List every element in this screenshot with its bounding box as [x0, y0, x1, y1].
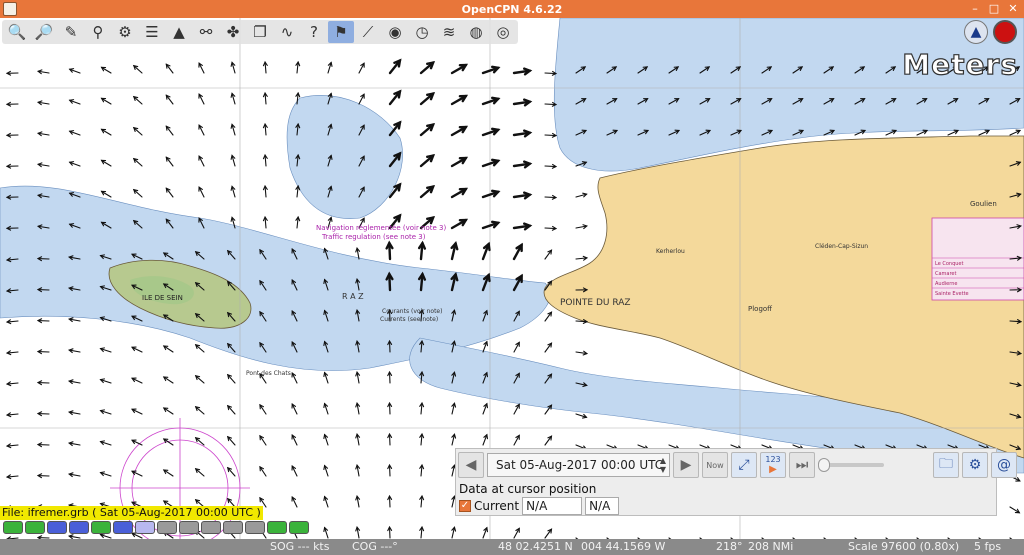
route-icon[interactable]: ✎ [58, 21, 84, 43]
gps-status-icon [993, 20, 1017, 44]
tide-icon[interactable]: ∿ [274, 21, 300, 43]
tide-row-4: Sainte Evette [935, 291, 969, 297]
quilt-chart-cell[interactable] [289, 521, 309, 534]
quilt-chart-cell[interactable] [179, 521, 199, 534]
units-overlay: Meters [902, 47, 1018, 81]
grib-panel: ◀ Sat 05-Aug-2017 00:00 UTC ▲ ▼ ▶ Now ⤢ 1… [455, 448, 1017, 516]
label-plogoff: Plogoff [748, 305, 772, 313]
label-currents: Courants (voir note) [382, 308, 442, 315]
select-arrows-icon: ▲ ▼ [659, 456, 666, 474]
quilt-chart-cell[interactable] [69, 521, 89, 534]
status-scale: Scale 97600 (0.80x) [848, 540, 960, 553]
play-triangle-icon: ▶ [769, 464, 777, 475]
weather-icon[interactable]: ≋ [436, 21, 462, 43]
quilt-chart-cell[interactable] [245, 521, 265, 534]
status-cog: COG ---° [352, 540, 398, 553]
quilt-chart-cell[interactable] [91, 521, 111, 534]
quilt-chart-cell[interactable] [25, 521, 45, 534]
grib-time-slider[interactable] [818, 458, 884, 472]
label-traffic-reg: Traffic regulation (see note 3) [321, 233, 426, 241]
help-icon[interactable]: ? [301, 21, 327, 43]
grib-next-button[interactable]: ▶ [673, 452, 699, 478]
title-bar: OpenCPN 4.6.22 – □ ✕ [0, 0, 1024, 18]
grib-settings-icon[interactable]: ⚙ [962, 452, 988, 478]
routes-manager-icon[interactable]: ⚯ [193, 21, 219, 43]
label-kerherlo: Kerherlou [656, 248, 685, 255]
text-icon[interactable]: ☰ [139, 21, 165, 43]
slider-knob[interactable] [818, 458, 830, 472]
measure-icon[interactable]: ⟋ [355, 21, 381, 43]
grib-data-heading: Data at cursor position [459, 482, 597, 496]
grib-counter-button[interactable]: 123 ▶ [760, 452, 786, 478]
north-up-compass-icon[interactable]: ▲ [964, 20, 988, 44]
grib-zoom-to-center-icon[interactable]: ⤢ [731, 452, 757, 478]
status-latitude: 48 02.4251 N [498, 540, 573, 553]
tide-row-2: Camaret [935, 271, 957, 277]
settings-icon[interactable]: ⚙ [112, 21, 138, 43]
grib-icon[interactable]: ⚑ [328, 21, 354, 43]
ais-icon[interactable]: ▲ [166, 21, 192, 43]
quilt-chart-cell[interactable] [223, 521, 243, 534]
window-title: OpenCPN 4.6.22 [461, 2, 563, 16]
grib-file-label: File: ifremer.grb ( Sat 05-Aug-2017 00:0… [0, 506, 263, 520]
close-icon[interactable]: ✕ [1006, 2, 1020, 16]
grib-now-button[interactable]: Now [702, 452, 728, 478]
label-currents-en: Currents (see note) [380, 316, 438, 323]
globe-icon[interactable]: ◍ [463, 21, 489, 43]
label-raz: R A Z [342, 292, 364, 301]
status-fps: 5 fps [974, 540, 1002, 553]
tide-row-1: Le Conquet [935, 261, 964, 267]
lifebuoy-icon[interactable]: ◎ [490, 21, 516, 43]
quilt-chart-cell[interactable] [135, 521, 155, 534]
label-cleden: Cléden-Cap-Sizun [815, 243, 868, 250]
quilt-chart-cell[interactable] [201, 521, 221, 534]
grib-time-select[interactable]: Sat 05-Aug-2017 00:00 UTC ▲ ▼ [487, 453, 670, 477]
quilt-chart-cell[interactable] [47, 521, 67, 534]
quilt-chart-cell[interactable] [3, 521, 23, 534]
mark-icon[interactable]: ⚲ [85, 21, 111, 43]
record-icon[interactable]: ◉ [382, 21, 408, 43]
quilt-chart-cell[interactable] [113, 521, 133, 534]
tide-row-3: Audierne [935, 281, 957, 287]
label-ile-de-sein: ILE DE SEIN [142, 294, 183, 302]
label-goulien: Goulien [970, 200, 997, 208]
grib-time-value: Sat 05-Aug-2017 00:00 UTC [496, 458, 664, 472]
zoom-in-icon[interactable]: 🔍 [4, 21, 30, 43]
copy-icon[interactable]: ❐ [247, 21, 273, 43]
minimize-icon[interactable]: – [968, 2, 982, 16]
status-range: 208 NMi [748, 540, 794, 553]
quilt-chart-cell[interactable] [267, 521, 287, 534]
zoom-out-icon[interactable]: 🔎 [31, 21, 57, 43]
quilt-chart-cell[interactable] [157, 521, 177, 534]
grib-counter-label: 123 [765, 455, 781, 464]
status-bar: SOG --- kts COG ---° 48 02.4251 N 004 44… [0, 539, 1024, 555]
grib-prev-button[interactable]: ◀ [458, 452, 484, 478]
current-checkbox[interactable]: ✓ [459, 500, 471, 512]
label-pointe-du-raz: POINTE DU RAZ [560, 298, 631, 308]
maximize-icon[interactable]: □ [987, 2, 1001, 16]
label-pont-des-chats: Pont des Chats [246, 370, 291, 377]
current-label: Current [474, 499, 520, 513]
main-toolbar: 🔍 🔎 ✎ ⚲ ⚙ ☰ ▲ ⚯ ✤ ❐ ∿? ⚑ ⟋ ◉ ◷ ≋ ◍ ◎ [2, 20, 518, 44]
chart-quilt-bar [0, 521, 309, 537]
status-longitude: 004 44.1569 W [581, 540, 666, 553]
current-speed-field[interactable]: N/A [522, 497, 583, 515]
current-direction-field[interactable]: N/A [585, 497, 620, 515]
grib-playback-icon[interactable]: ⏭ [789, 452, 815, 478]
history-icon[interactable]: ◷ [409, 21, 435, 43]
opencpn-app-icon[interactable] [3, 2, 17, 16]
status-bearing: 218° [716, 540, 743, 553]
status-sog: SOG --- kts [270, 540, 330, 553]
tracks-icon[interactable]: ✤ [220, 21, 246, 43]
grib-request-icon[interactable]: @ [991, 452, 1017, 478]
label-nav-reg: Navigation réglementée (voir note 3) [316, 224, 447, 232]
grib-open-file-icon[interactable]: 🗀 [933, 452, 959, 478]
